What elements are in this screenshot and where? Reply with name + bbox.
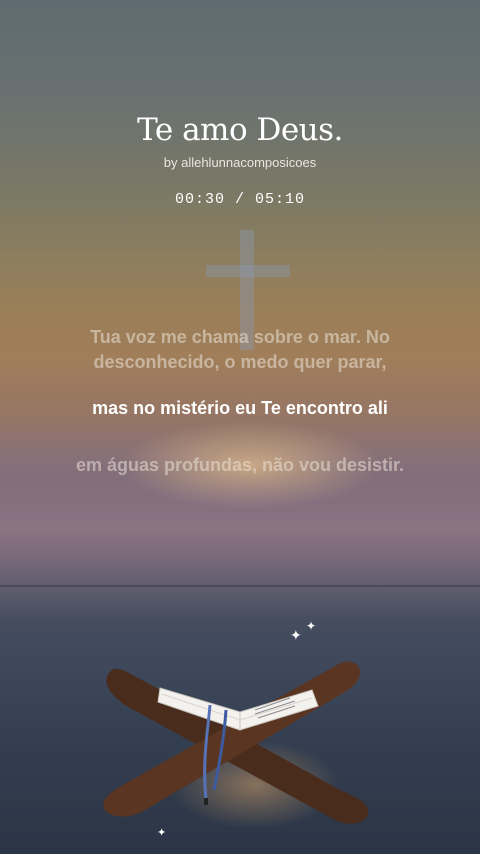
sparkle-icon: ✦ [290, 627, 302, 643]
song-title: Te amo Deus. [137, 112, 343, 148]
bible-stand-illustration [103, 661, 369, 824]
sea-haze [0, 470, 480, 620]
playback-time: 00:30 / 05:10 [174, 191, 306, 208]
song-author: by allehlunnacomposicoes [163, 155, 317, 170]
lyric-previous: Tua voz me chama sobre o mar. No desconh… [90, 327, 390, 372]
horizon-line [0, 585, 480, 587]
lyric-next: em águas profundas, não vou desistir. [75, 455, 405, 475]
lyric-current: mas no mistério eu Te encontro ali [92, 398, 388, 418]
sparkle-icon: ✦ [306, 619, 317, 633]
